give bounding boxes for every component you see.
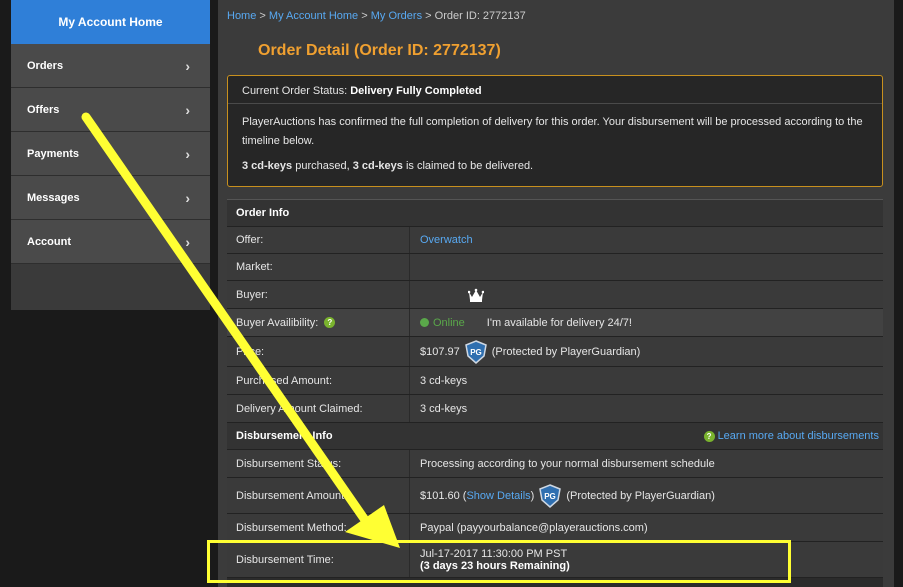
breadcrumb-current: Order ID: 2772137	[434, 10, 526, 22]
row-label: Buyer Availibility:	[236, 316, 319, 329]
section-title: Order Info	[236, 207, 290, 219]
help-icon: ?	[703, 430, 715, 442]
offer-link[interactable]: Overwatch	[420, 234, 473, 246]
protected-text: (Protected by PlayerGuardian)	[491, 345, 641, 358]
availability-text: I'm available for delivery 24/7!	[486, 316, 632, 329]
row-label: Disbursement Amount:	[227, 478, 410, 513]
sidebar-item-label: Orders	[27, 59, 64, 72]
purchased-text: purchased,	[295, 160, 350, 172]
sidebar-item-label: Account	[27, 235, 71, 248]
section-title: Disbursement Info	[236, 430, 333, 442]
status-header: Current Order Status: Delivery Fully Com…	[228, 76, 882, 104]
order-status-box: Current Order Status: Delivery Fully Com…	[227, 75, 883, 187]
chevron-right-icon: ›	[185, 145, 190, 162]
online-user-icon	[420, 318, 429, 327]
claimed-count: 3 cd-keys	[352, 160, 403, 172]
row-label: Offer:	[227, 227, 410, 253]
table-row-disbursement-status: Disbursement Status: Processing accordin…	[227, 450, 883, 478]
sidebar-item-label: Messages	[27, 191, 80, 204]
sidebar-item-messages[interactable]: Messages ›	[11, 176, 210, 220]
breadcrumb-orders-link[interactable]: My Orders	[371, 10, 422, 22]
purchased-amount-value: 3 cd-keys	[410, 367, 883, 394]
player-guardian-shield-icon: PG	[464, 339, 488, 364]
table-row-disbursement-amount: Disbursement Amount: $101.60 (Show Detai…	[227, 478, 883, 514]
claimed-text: is claimed to be delivered.	[405, 160, 534, 172]
row-label: Disbursement Status:	[227, 450, 410, 477]
table-row-market: Market:	[227, 254, 883, 281]
table-row-buyer: Buyer:	[227, 281, 883, 309]
chevron-right-icon: ›	[185, 233, 190, 250]
row-label: Disbursement Method:	[227, 514, 410, 541]
delivery-claimed-value: 3 cd-keys	[410, 395, 883, 422]
price-value: $107.97	[420, 345, 460, 358]
page-title: Order Detail (Order ID: 2772137)	[258, 42, 501, 59]
sidebar-item-orders[interactable]: Orders ›	[11, 44, 210, 88]
table-row-price: Price: $107.97 PG (Protected by PlayerGu…	[227, 337, 883, 367]
sidebar-header-my-account-home[interactable]: My Account Home	[11, 0, 210, 44]
table-row-disbursement-method: Disbursement Method: Paypal (payyourbala…	[227, 514, 883, 542]
disbursement-info-header: Disbursement Info ? Learn more about dis…	[227, 423, 883, 450]
disbursement-method-value: Paypal (payyourbalance@playerauctions.co…	[410, 514, 883, 541]
chevron-right-icon: ›	[185, 189, 190, 206]
main-content: Home > My Account Home > My Orders > Ord…	[218, 0, 894, 587]
show-details-link[interactable]: Show Details	[466, 490, 530, 502]
row-label: Delivery Amount Claimed:	[227, 395, 410, 422]
breadcrumb-separator: >	[259, 10, 266, 22]
online-label: Online	[433, 316, 465, 329]
player-guardian-shield-icon: PG	[538, 483, 562, 508]
row-label: Buyer:	[227, 281, 410, 308]
order-info-header: Order Info	[227, 200, 883, 227]
breadcrumb: Home > My Account Home > My Orders > Ord…	[227, 10, 526, 22]
table-row-purchased-amount: Purchased Amount: 3 cd-keys	[227, 367, 883, 395]
row-label: Market:	[227, 254, 410, 280]
svg-text:PG: PG	[545, 492, 557, 501]
breadcrumb-home-link[interactable]: Home	[227, 10, 256, 22]
sidebar-item-label: Offers	[27, 103, 60, 116]
order-info-table: Order Info Offer: Overwatch Market: Buye…	[227, 199, 883, 587]
table-row-delivery-claimed: Delivery Amount Claimed: 3 cd-keys	[227, 395, 883, 423]
protected-text: (Protected by PlayerGuardian)	[566, 489, 715, 502]
breadcrumb-separator: >	[425, 10, 432, 22]
sidebar-item-account[interactable]: Account ›	[11, 220, 210, 264]
online-status: Online	[420, 317, 465, 329]
market-value	[410, 254, 883, 280]
status-body: PlayerAuctions has confirmed the full co…	[228, 104, 882, 176]
sidebar-item-offers[interactable]: Offers ›	[11, 88, 210, 132]
breadcrumb-account-link[interactable]: My Account Home	[269, 10, 358, 22]
sidebar-item-label: Payments	[27, 147, 79, 160]
help-icon[interactable]: ?	[324, 317, 336, 328]
table-row-availability: Buyer Availibility: ? Online I'm availab…	[227, 309, 883, 337]
crown-icon	[468, 288, 484, 302]
disbursement-status-value: Processing according to your normal disb…	[410, 450, 883, 477]
status-message: PlayerAuctions has confirmed the full co…	[242, 116, 863, 147]
chevron-right-icon: ›	[185, 101, 190, 118]
account-sidebar: My Account Home Orders › Offers › Paymen…	[11, 0, 210, 310]
svg-text:PG: PG	[470, 348, 482, 357]
annotation-highlight-box	[207, 540, 791, 583]
status-label: Current Order Status:	[242, 85, 348, 97]
sidebar-item-payments[interactable]: Payments ›	[11, 132, 210, 176]
table-row-offer: Offer: Overwatch	[227, 227, 883, 254]
row-label: Price:	[227, 337, 410, 366]
disbursement-amount-value: $101.60	[420, 489, 460, 502]
learn-more-link[interactable]: ? Learn more about disbursements	[703, 430, 879, 442]
status-value: Delivery Fully Completed	[350, 85, 482, 97]
breadcrumb-separator: >	[361, 10, 368, 22]
row-label: Purchased Amount:	[227, 367, 410, 394]
learn-more-label: Learn more about disbursements	[717, 430, 879, 442]
status-summary: 3 cd-keys purchased, 3 cd-keys is claime…	[242, 157, 868, 176]
purchased-count: 3 cd-keys	[242, 160, 293, 172]
chevron-right-icon: ›	[185, 57, 190, 74]
